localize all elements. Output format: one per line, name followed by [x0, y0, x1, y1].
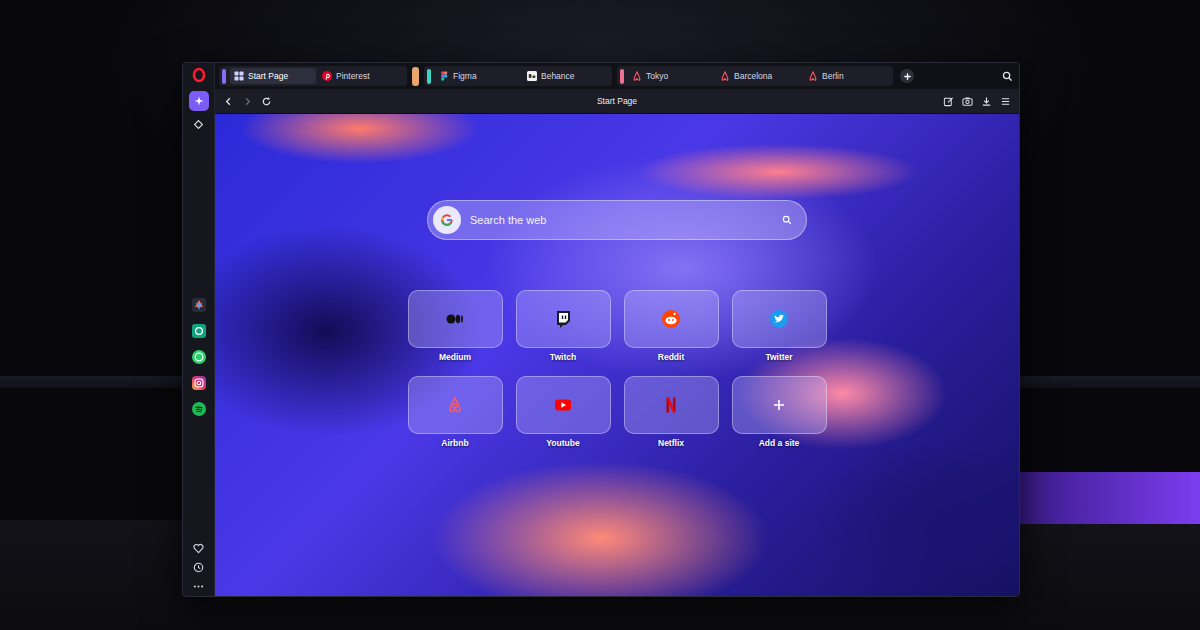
search-icon[interactable]	[782, 215, 792, 225]
desktop-scene: Start PagePinterestFigmaBehanceTokyoBarc…	[0, 0, 1200, 630]
airbnb-icon	[720, 71, 730, 81]
address-field[interactable]: Start Page	[313, 96, 921, 106]
airbnb-icon	[445, 395, 465, 415]
speed-dial-tile[interactable]	[516, 290, 611, 348]
aria-button[interactable]	[189, 91, 209, 111]
youtube-icon	[553, 395, 573, 415]
diamond-icon[interactable]	[193, 119, 204, 130]
speed-dial[interactable]: Reddit	[624, 290, 719, 376]
speed-dial-label: Twitch	[550, 352, 576, 362]
speed-dial[interactable]: Add a site	[732, 376, 827, 462]
tab-group: TokyoBarcelonaBerlin	[617, 66, 893, 86]
address-bar: Start Page	[215, 89, 1019, 114]
speed-dial-tile[interactable]	[408, 290, 503, 348]
search-engine-button[interactable]	[433, 206, 461, 234]
sidebar	[183, 63, 215, 596]
add-icon	[769, 395, 789, 415]
speed-dial[interactable]: Airbnb	[408, 376, 503, 462]
airbnb-icon	[808, 71, 818, 81]
speed-dial-tile[interactable]	[408, 376, 503, 434]
chatgpt-app-icon[interactable]	[192, 324, 206, 338]
whatsapp-app-icon[interactable]	[192, 350, 206, 364]
speed-dial-label: Airbnb	[441, 438, 468, 448]
speed-dial-label: Reddit	[658, 352, 684, 362]
search-placeholder: Search the web	[470, 214, 773, 226]
tab-group: FigmaBehance	[424, 66, 612, 86]
speed-dial-tile[interactable]	[732, 376, 827, 434]
camera-icon[interactable]	[962, 96, 973, 107]
photos-app-icon[interactable]	[192, 298, 206, 312]
speed-dial[interactable]: Netflix	[624, 376, 719, 462]
sparkle-icon	[194, 96, 204, 106]
tab[interactable]: Berlin	[804, 68, 890, 84]
collapsed-tab-group[interactable]	[412, 67, 419, 86]
speed-dial-label: Add a site	[759, 438, 800, 448]
browser-window: Start PagePinterestFigmaBehanceTokyoBarc…	[182, 62, 1020, 597]
tab[interactable]: Figma	[435, 68, 521, 84]
speed-dial[interactable]: Medium	[408, 290, 503, 376]
speed-dial[interactable]: Twitch	[516, 290, 611, 376]
plus-icon	[903, 72, 912, 81]
group-marker[interactable]	[427, 69, 431, 84]
instagram-app-icon[interactable]	[192, 376, 206, 390]
menu-icon[interactable]	[1000, 96, 1011, 107]
speed-dial-label: Youtube	[546, 438, 579, 448]
back-icon[interactable]	[223, 96, 234, 107]
opera-logo-icon[interactable]	[191, 67, 207, 83]
tab-group: Start PagePinterest	[219, 66, 407, 86]
tab-search-icon[interactable]	[1002, 71, 1013, 82]
netflix-icon	[661, 395, 681, 415]
forward-icon[interactable]	[242, 96, 253, 107]
airbnb-icon	[632, 71, 642, 81]
tab[interactable]: Start Page	[230, 68, 316, 84]
tab[interactable]: Barcelona	[716, 68, 802, 84]
edit-icon[interactable]	[943, 96, 954, 107]
speed-dial-label: Twitter	[765, 352, 792, 362]
speed-dial-grid: Medium Twitch Reddit Twitter Airbnb Youtube Ne…	[408, 290, 827, 462]
main-area: Start PagePinterestFigmaBehanceTokyoBarc…	[215, 63, 1019, 596]
reddit-icon	[661, 309, 681, 329]
twitch-icon	[553, 309, 573, 329]
pinterest-icon	[322, 71, 332, 81]
grid-icon	[234, 71, 244, 81]
reload-icon[interactable]	[261, 96, 272, 107]
group-marker[interactable]	[222, 69, 226, 84]
google-icon	[440, 213, 454, 227]
speed-dial-label: Medium	[439, 352, 471, 362]
speed-dial-tile[interactable]	[516, 376, 611, 434]
tab[interactable]: Behance	[523, 68, 609, 84]
figma-icon	[439, 71, 449, 81]
spotify-app-icon[interactable]	[192, 402, 206, 416]
twitter-icon	[769, 309, 789, 329]
group-marker[interactable]	[620, 69, 624, 84]
heart-icon[interactable]	[193, 543, 204, 554]
start-page: Search the web Medium Twitch Reddit Twitter A…	[215, 114, 1019, 596]
medium-icon	[445, 309, 465, 329]
speed-dial-tile[interactable]	[732, 290, 827, 348]
history-clock-icon[interactable]	[193, 562, 204, 573]
tab[interactable]: Pinterest	[318, 68, 404, 84]
more-dots-icon[interactable]	[193, 581, 204, 592]
tab-bar: Start PagePinterestFigmaBehanceTokyoBarc…	[215, 63, 1019, 89]
speed-dial[interactable]: Twitter	[732, 290, 827, 376]
download-icon[interactable]	[981, 96, 992, 107]
behance-icon	[527, 71, 537, 81]
speed-dial-label: Netflix	[658, 438, 684, 448]
tab[interactable]: Tokyo	[628, 68, 714, 84]
speed-dial-tile[interactable]	[624, 376, 719, 434]
speed-dial-tile[interactable]	[624, 290, 719, 348]
new-tab-button[interactable]	[900, 69, 914, 83]
search-field[interactable]: Search the web	[427, 200, 807, 240]
speed-dial[interactable]: Youtube	[516, 376, 611, 462]
